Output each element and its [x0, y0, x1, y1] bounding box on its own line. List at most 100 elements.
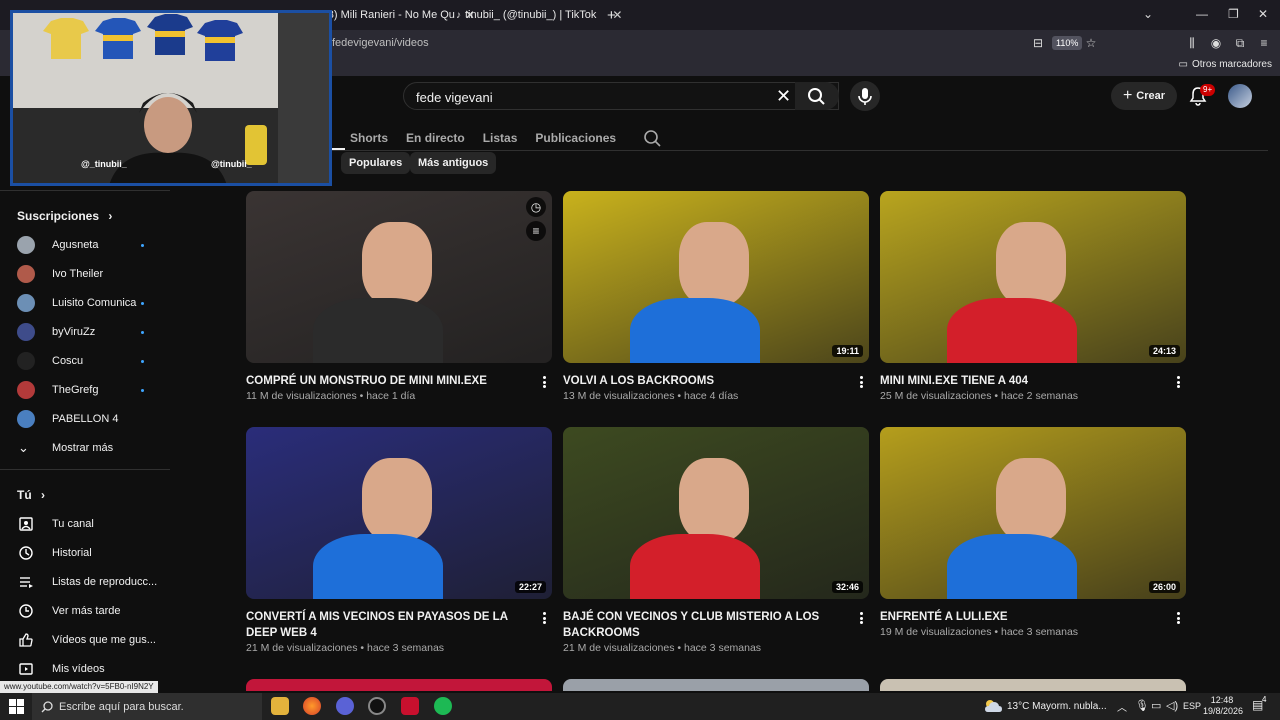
thumbnail-face-image	[679, 221, 750, 306]
tab-playlists[interactable]: Listas	[483, 131, 518, 145]
video-thumbnail[interactable]: 19:11	[563, 191, 869, 363]
tray-chevron-icon[interactable]: ︿	[1117, 699, 1127, 714]
close-window-button[interactable]: ✕	[1258, 7, 1268, 21]
thumbnail-figure-image	[947, 533, 1078, 599]
subscriptions-heading[interactable]: Suscripciones ›	[17, 209, 112, 223]
plus-icon: +	[1122, 87, 1133, 104]
windows-start-icon[interactable]	[9, 699, 24, 714]
avatar	[17, 381, 35, 399]
sidebar-item-subscription[interactable]: PABELLON 4	[0, 407, 170, 431]
video-card[interactable]: 32:46 BAJÉ CON VECINOS Y CLUB MISTERIO A …	[563, 427, 869, 663]
more-options-icon[interactable]	[857, 611, 865, 625]
search-button[interactable]	[795, 82, 839, 110]
sidebar-item-subscription[interactable]: Agusneta	[0, 233, 170, 257]
video-title[interactable]: MINI MINI.EXE TIENE A 404	[880, 373, 1164, 389]
browser-tab-tiktok[interactable]: ♪ tinubii_ (@tinubii_) | TikTok ✕	[456, 4, 622, 26]
reader-view-icon[interactable]: ⊟	[1031, 36, 1045, 50]
more-options-icon[interactable]	[540, 375, 548, 389]
minimize-button[interactable]: —	[1196, 7, 1208, 21]
bookmark-star-icon[interactable]: ☆	[1084, 36, 1098, 50]
weather-text[interactable]: 13°C Mayorm. nubla...	[1007, 701, 1107, 712]
add-to-queue-icon[interactable]: ≡	[526, 221, 546, 241]
url-text[interactable]: fedevigevani/videos	[332, 37, 429, 49]
browser-tab-youtube[interactable]: (63) Mili Ranieri - No Me Qu ✕	[318, 4, 475, 26]
language-indicator[interactable]: ESP	[1183, 701, 1201, 711]
discord-icon[interactable]	[336, 697, 354, 715]
avatar	[17, 294, 35, 312]
tab-list-chevron-icon[interactable]: ⌄	[1143, 7, 1153, 21]
video-title[interactable]: COMPRÉ UN MONSTRUO DE MINI MINI.EXE	[246, 373, 530, 389]
video-title[interactable]: BAJÉ CON VECINOS Y CLUB MISTERIO A LOS B…	[563, 609, 847, 641]
sidebar-item-subscription[interactable]: Luisito Comunica	[0, 291, 170, 315]
sidebar-item-subscription[interactable]: byViruZz	[0, 320, 170, 344]
search-box[interactable]: fede vigevani ✕	[403, 82, 839, 110]
watch-later-icon[interactable]: ◷	[526, 197, 546, 217]
network-icon[interactable]: ▭	[1151, 699, 1161, 712]
notification-badge: 9+	[1200, 84, 1216, 96]
more-options-icon[interactable]	[1174, 611, 1182, 625]
video-thumbnail[interactable]: ◷ ≡	[246, 191, 552, 363]
more-options-icon[interactable]	[857, 375, 865, 389]
video-thumbnail[interactable]: 22:27	[246, 427, 552, 599]
upload-age: hace 3 semanas	[684, 642, 762, 654]
spotify-icon[interactable]	[434, 697, 452, 715]
menu-icon[interactable]: ≡	[1257, 36, 1271, 50]
video-thumbnail[interactable]: 26:00	[880, 427, 1186, 599]
tab-posts[interactable]: Publicaciones	[535, 131, 616, 145]
video-card[interactable]: 19:11 VOLVI A LOS BACKROOMS 13 M de visual…	[563, 191, 869, 427]
app-icon[interactable]	[401, 697, 419, 715]
new-tab-button[interactable]: +	[607, 4, 616, 26]
zoom-level[interactable]: 110%	[1052, 36, 1083, 50]
create-button[interactable]: + Crear	[1111, 82, 1177, 110]
sidebar-item-watch-later[interactable]: Ver más tarde	[0, 599, 170, 623]
taskbar-search[interactable]: Escribe aquí para buscar.	[32, 693, 262, 720]
voice-search-button[interactable]	[850, 81, 880, 111]
channel-search-icon[interactable]	[642, 128, 664, 148]
more-options-icon[interactable]	[1174, 375, 1182, 389]
search-input[interactable]: fede vigevani	[416, 90, 493, 105]
sidebar-item-channel[interactable]: Tu canal	[0, 512, 170, 536]
video-card[interactable]: 26:00 ENFRENTÉ A LULI.EXE 19 M de visualiz…	[880, 427, 1186, 663]
obs-icon[interactable]	[368, 697, 386, 715]
sidebar-item-subscription[interactable]: Ivo Theiler	[0, 262, 170, 286]
video-thumbnail[interactable]: 32:46	[563, 427, 869, 599]
video-card[interactable]: 22:27 CONVERTÍ A MIS VECINOS EN PAYASOS D…	[246, 427, 552, 663]
microphone-tray-icon[interactable]: 🎙	[1135, 699, 1149, 712]
sidebar-item-playlists[interactable]: Listas de reproducc...	[0, 570, 170, 594]
chip-oldest[interactable]: Más antiguos	[410, 152, 497, 174]
sidebar-item-my-videos[interactable]: Mis vídeos	[0, 657, 170, 681]
video-card[interactable]: ◷ ≡ COMPRÉ UN MONSTRUO DE MINI MINI.EXE 11 …	[246, 191, 552, 427]
sidebar-item-history[interactable]: Historial	[0, 541, 170, 565]
file-explorer-icon[interactable]	[271, 697, 289, 715]
sidebar-item-subscription[interactable]: Coscu	[0, 349, 170, 373]
video-title[interactable]: CONVERTÍ A MIS VECINOS EN PAYASOS DE LA …	[246, 609, 530, 641]
volume-icon[interactable]: ◁)	[1166, 699, 1178, 712]
avatar[interactable]	[1228, 84, 1252, 108]
video-title[interactable]: ENFRENTÉ A LULI.EXE	[880, 609, 1164, 625]
sidebar-item-like[interactable]: Vídeos que me gus...	[0, 628, 170, 652]
clear-search-icon[interactable]: ✕	[776, 86, 791, 107]
video-thumbnail[interactable]	[563, 679, 869, 691]
video-thumbnail[interactable]	[246, 679, 552, 691]
restore-button[interactable]: ❐	[1228, 7, 1239, 21]
more-options-icon[interactable]	[540, 611, 548, 625]
video-card[interactable]: 24:13 MINI MINI.EXE TIENE A 404 25 M de vi…	[880, 191, 1186, 427]
weather-cloud-icon[interactable]	[984, 698, 1002, 714]
show-more-button[interactable]: ⌄ Mostrar más	[0, 436, 170, 460]
you-heading[interactable]: Tú ›	[17, 488, 45, 502]
firefox-icon[interactable]	[303, 697, 321, 715]
webcam-overlay: @_tinubii_ @tinubii_	[10, 10, 332, 186]
other-bookmarks[interactable]: ▭ Otros marcadores	[1179, 59, 1272, 70]
tab-shorts[interactable]: Shorts	[350, 131, 388, 145]
video-title[interactable]: VOLVI A LOS BACKROOMS	[563, 373, 847, 389]
chip-popular[interactable]: Populares	[341, 152, 411, 174]
sidebar-item-subscription[interactable]: TheGrefg	[0, 378, 170, 402]
clock[interactable]: 12:48 19/8/2026	[1203, 695, 1243, 717]
video-thumbnail[interactable]	[880, 679, 1186, 691]
library-icon[interactable]: ⫼	[1185, 36, 1199, 50]
extensions-icon[interactable]: ⧉	[1233, 36, 1247, 50]
tab-live[interactable]: En directo	[406, 131, 465, 145]
account-icon[interactable]: ◉	[1209, 36, 1223, 50]
upload-age: hace 4 días	[684, 390, 739, 402]
video-thumbnail[interactable]: 24:13	[880, 191, 1186, 363]
